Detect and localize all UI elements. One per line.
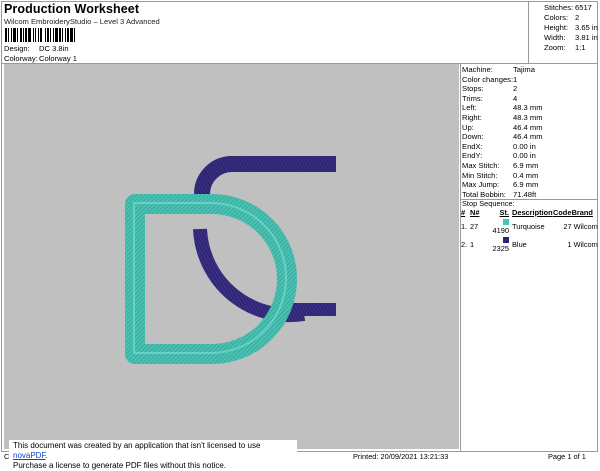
stop-sequence-header: # N# St. Description Code Brand — [461, 208, 593, 217]
page-number: Page 1 of 1 — [548, 452, 586, 461]
machine-info-value: 46.4 mm — [513, 122, 543, 132]
design-value: DC 3.8in — [39, 44, 69, 53]
license-notice-line2: Purchase a license to generate PDF files… — [13, 461, 226, 470]
machine-info-value: 1 — [513, 74, 518, 84]
machine-info-label: EndY: — [462, 151, 483, 161]
machine-info-label: Color changes: — [462, 74, 514, 84]
license-notice: This document was created by an applicat… — [9, 440, 297, 470]
novapdf-link[interactable]: novaPDF — [13, 451, 45, 460]
machine-info-label: Max Jump: — [462, 180, 500, 190]
machine-info-label: Right: — [462, 113, 482, 122]
machine-info-label: Up: — [462, 122, 474, 132]
embroidery-design — [125, 156, 336, 364]
machine-info-label: Machine: — [462, 65, 493, 74]
stop-sequence-row: 2. 1 2325 Blue 1 Wilcom — [461, 235, 598, 253]
stop-sequence-table: # N# St. Description Code Brand 1. 27 4190… — [461, 208, 598, 253]
color-swatch — [503, 218, 509, 225]
machine-info-label: Stops: — [462, 84, 484, 94]
machine-info-value: 48.3 mm — [513, 103, 543, 113]
machine-info-label: EndX: — [462, 141, 483, 151]
machine-info-label: Left: — [462, 103, 477, 113]
machine-info-value: 0.00 in — [513, 151, 536, 161]
machine-info-value: 0.00 in — [513, 141, 536, 151]
license-notice-line1: This document was created by an applicat… — [13, 441, 261, 460]
printed-date: Printed: 20/09/2021 13:21:33 — [353, 452, 449, 461]
machine-info-value: 46.4 mm — [513, 132, 543, 142]
design-label: Design: — [4, 44, 30, 53]
barcode-image — [5, 28, 75, 42]
machine-info-label: Max Stitch: — [462, 161, 500, 170]
design-canvas — [4, 64, 459, 449]
machine-info-value: 4 — [513, 93, 518, 103]
machine-info-value: 6.9 mm — [513, 180, 539, 190]
machine-info-label: Total Bobbin: — [462, 189, 506, 199]
machine-info-value: 6.9 mm — [513, 161, 539, 170]
machine-info-value: 0.4 mm — [513, 170, 539, 180]
page-title: Production Worksheet — [4, 2, 140, 16]
machine-info-value: Tajima — [513, 65, 535, 74]
machine-info-value: 48.3 mm — [513, 113, 543, 122]
stop-sequence-row: 1. 27 4190 Turquoise 27 Wilcom — [461, 217, 598, 235]
machine-info-value: 71.48ft — [513, 189, 537, 199]
machine-info-label: Down: — [462, 132, 484, 142]
color-swatch — [503, 236, 509, 243]
stop-sequence-title: Stop Sequence: — [462, 199, 515, 208]
colorway-value: Colorway 1 — [39, 54, 77, 63]
machine-info-value: 2 — [513, 84, 518, 94]
machine-info-label: Min Stitch: — [462, 170, 498, 180]
colorway-label: Colorway: — [4, 54, 38, 63]
software-subtitle: Wilcom EmbroideryStudio – Level 3 Advanc… — [4, 17, 160, 26]
machine-info-label: Trims: — [462, 93, 483, 103]
